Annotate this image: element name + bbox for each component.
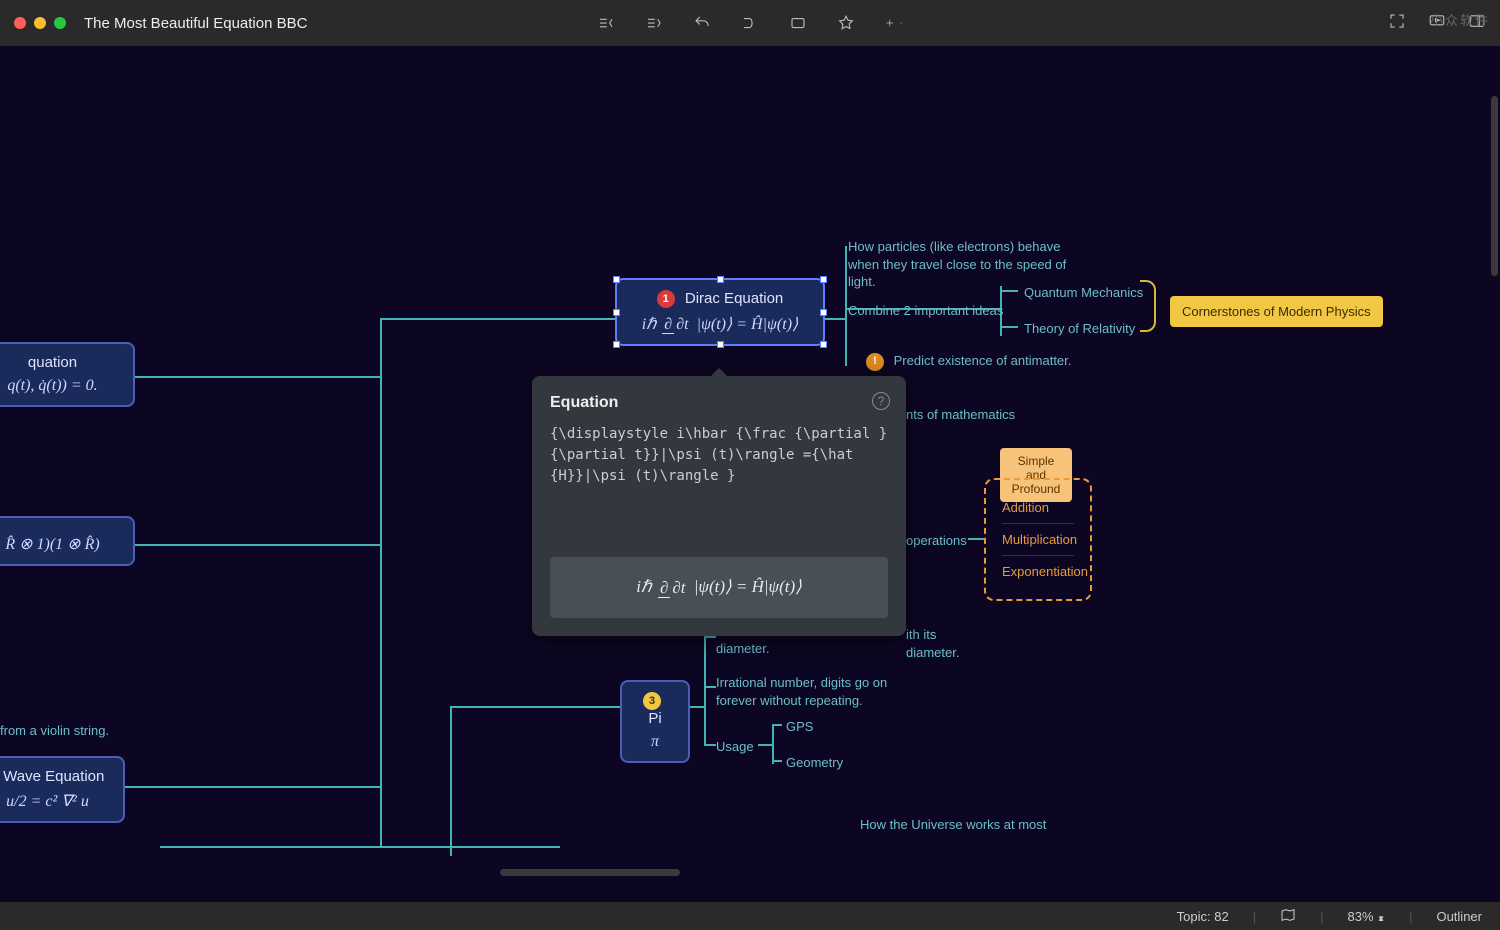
label-math-fragments: nts of mathematics xyxy=(906,406,1015,424)
watermark: 小众软件 xyxy=(1430,10,1490,29)
connector xyxy=(704,744,716,746)
connector xyxy=(704,636,706,746)
op-addition[interactable]: Addition xyxy=(1002,492,1074,524)
bracket xyxy=(1140,280,1156,332)
selection-handle[interactable] xyxy=(820,341,827,348)
connector xyxy=(135,544,380,546)
selection-handle[interactable] xyxy=(613,309,620,316)
selection-handle[interactable] xyxy=(820,309,827,316)
fullscreen-icon[interactable] xyxy=(1388,12,1406,35)
outdent-icon[interactable] xyxy=(596,13,616,33)
selection-handle[interactable] xyxy=(717,276,724,283)
map-icon[interactable] xyxy=(1280,907,1296,926)
connector xyxy=(125,786,380,788)
connector xyxy=(690,706,704,708)
label-violin-string: from a violin string. xyxy=(0,722,109,740)
connector xyxy=(380,318,615,320)
popup-title: Equation xyxy=(550,394,888,412)
minimize-window-button[interactable] xyxy=(34,17,46,29)
relationship-icon[interactable] xyxy=(740,13,760,33)
connector xyxy=(772,724,782,726)
label-usage: Usage xyxy=(716,738,754,756)
badge-info-icon: ! xyxy=(866,353,884,371)
close-window-button[interactable] xyxy=(14,17,26,29)
node-partial-equation[interactable]: quation q(t), q̇(t)) = 0. xyxy=(0,342,135,407)
titlebar: The Most Beautiful Equation BBC xyxy=(0,0,1500,46)
connector xyxy=(450,706,452,856)
node-partial-tensor[interactable]: R̂ ⊗ 1)(1 ⊗ R̂) xyxy=(0,516,135,566)
mindmap-canvas[interactable]: quation q(t), q̇(t)) = 0. R̂ ⊗ 1)(1 ⊗ R̂… xyxy=(0,46,1500,906)
topic-count: Topic: 82 xyxy=(1177,909,1229,924)
connector xyxy=(160,846,560,848)
node-wave-equation[interactable]: e Wave Equation u/2 = c² ∇² u xyxy=(0,756,125,823)
latex-preview: iℏ ∂∂t |ψ(t)⟩ = Ĥ|ψ(t)⟩ xyxy=(550,557,888,618)
connector xyxy=(704,686,716,688)
badge-1: 1 xyxy=(657,290,675,308)
label-quantum-mechanics: Quantum Mechanics xyxy=(1024,284,1143,302)
connector xyxy=(704,636,716,638)
selection-handle[interactable] xyxy=(613,341,620,348)
vertical-scrollbar[interactable] xyxy=(1491,96,1498,276)
window-controls xyxy=(14,17,66,29)
document-title: The Most Beautiful Equation BBC xyxy=(84,15,307,32)
connector xyxy=(450,706,620,708)
node-pi[interactable]: 3 Pi π xyxy=(620,680,690,763)
group-simple-profound[interactable]: Addition Multiplication Exponentiation xyxy=(984,478,1092,601)
horizontal-scrollbar[interactable] xyxy=(500,869,680,876)
statusbar: Topic: 82 | | 83% ▲▼ | Outliner xyxy=(0,902,1500,930)
connector xyxy=(758,744,772,746)
outliner-button[interactable]: Outliner xyxy=(1436,909,1482,924)
label-diameter: ith its diameter. xyxy=(906,626,986,661)
label-geometry: Geometry xyxy=(786,754,843,772)
equation-popup: Equation ? {\displaystyle i\hbar {\frac … xyxy=(532,376,906,636)
connector xyxy=(1000,326,1018,328)
label-combine: Combine 2 important ideas xyxy=(848,302,1003,320)
label-gps: GPS xyxy=(786,718,813,736)
zoom-level[interactable]: 83% ▲▼ xyxy=(1348,909,1386,924)
label-irrational: Irrational number, digits go on forever … xyxy=(716,674,916,709)
latex-source[interactable]: {\displaystyle i\hbar {\frac {\partial }… xyxy=(550,424,888,487)
undo-icon[interactable] xyxy=(692,13,712,33)
connector xyxy=(380,318,382,848)
label-relativity: Theory of Relativity xyxy=(1024,320,1135,338)
connector xyxy=(845,246,847,366)
connector xyxy=(825,318,845,320)
op-exponentiation[interactable]: Exponentiation xyxy=(1002,556,1074,587)
label-particles: How particles (like electrons) behave wh… xyxy=(848,238,1088,291)
node-cornerstones[interactable]: Cornerstones of Modern Physics xyxy=(1170,296,1383,327)
label-diameter-2: diameter. xyxy=(716,640,769,658)
selection-handle[interactable] xyxy=(613,276,620,283)
maximize-window-button[interactable] xyxy=(54,17,66,29)
op-multiplication[interactable]: Multiplication xyxy=(1002,524,1074,556)
node-dirac-equation[interactable]: 1 Dirac Equation iℏ ∂∂t |ψ(t)⟩ = Ĥ|ψ(t)⟩ xyxy=(615,278,825,346)
toolbar-center xyxy=(596,13,904,33)
label-antimatter: ! Predict existence of antimatter. xyxy=(866,352,1071,371)
connector xyxy=(772,760,782,762)
star-icon[interactable] xyxy=(836,13,856,33)
badge-3: 3 xyxy=(643,692,661,710)
add-icon[interactable] xyxy=(884,13,904,33)
selection-handle[interactable] xyxy=(820,276,827,283)
boundary-icon[interactable] xyxy=(788,13,808,33)
label-universe: How the Universe works at most xyxy=(860,816,1046,834)
connector xyxy=(135,376,380,378)
label-operations: operations xyxy=(906,532,967,550)
help-icon[interactable]: ? xyxy=(872,392,890,410)
indent-icon[interactable] xyxy=(644,13,664,33)
selection-handle[interactable] xyxy=(717,341,724,348)
connector xyxy=(772,724,774,764)
